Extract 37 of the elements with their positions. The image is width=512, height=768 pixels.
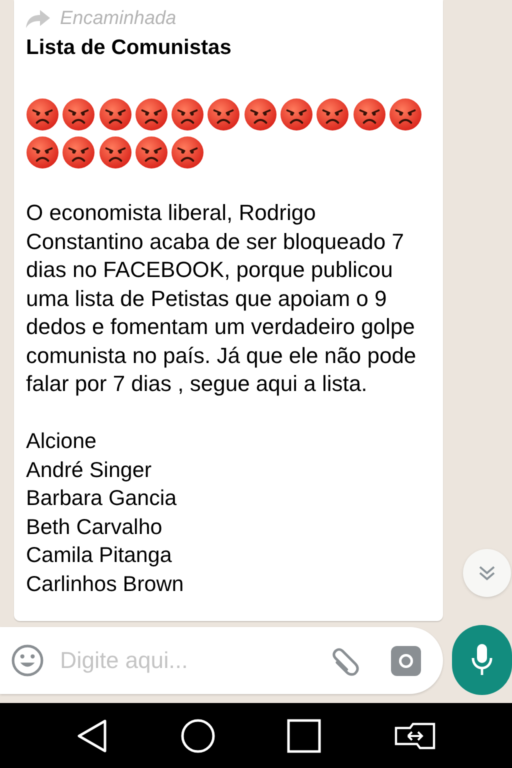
angry-face-icon — [62, 136, 96, 169]
microphone-icon — [471, 644, 493, 676]
list-name: Carlinhos Brown — [26, 570, 185, 598]
angry-face-icon — [388, 98, 422, 131]
angry-face-icon — [134, 136, 168, 169]
angry-face-icon — [26, 98, 59, 131]
message-title: Lista de Comunistas — [26, 35, 232, 61]
message-input[interactable]: Digite aqui... — [60, 643, 327, 678]
list-name: André Singer — [26, 456, 152, 484]
angry-face-icon — [98, 136, 132, 169]
smiley-icon[interactable] — [11, 644, 44, 677]
angry-face-icon — [316, 98, 350, 131]
angry-face-icon — [280, 98, 314, 131]
message-text: O economista liberal, Rodrigo Constantino acaba de ser bloqueado 7 dias no FACEBOOK, porque publicou uma lista de Petistas que apoiam o 9 dedos e fomentam um verdadeiro golpe comunista no país. Já que ele não pode falar por 7 dias , segue aqui a lista. — [26, 199, 418, 398]
angry-face-icon — [98, 98, 132, 131]
angry-face-icon — [62, 98, 96, 131]
camera-icon[interactable] — [391, 646, 421, 676]
angry-face-icon — [171, 136, 204, 169]
forwarded-label: Encaminhada — [60, 6, 176, 31]
forward-arrow-icon — [26, 10, 50, 28]
angry-face-icon — [244, 98, 277, 131]
list-name: Alcione — [26, 428, 98, 455]
switch-apps-icon[interactable] — [394, 722, 436, 750]
angry-face-icon — [26, 136, 59, 169]
list-name: Beth Carvalho — [26, 514, 164, 540]
angry-face-icon — [207, 98, 240, 131]
scroll-down-button[interactable] — [463, 549, 511, 597]
recent-apps-icon[interactable] — [287, 718, 322, 752]
list-name: Camila Pitanga — [26, 542, 173, 569]
home-icon[interactable] — [180, 718, 215, 752]
angry-face-icon — [134, 98, 168, 131]
back-icon[interactable] — [76, 718, 108, 752]
list-name: Barbara Gancia — [26, 485, 178, 512]
angry-face-icon — [352, 98, 386, 131]
angry-face-icon — [171, 98, 204, 131]
input-bar[interactable]: Digite aqui... — [0, 627, 443, 694]
double-chevron-down-icon — [478, 565, 496, 581]
